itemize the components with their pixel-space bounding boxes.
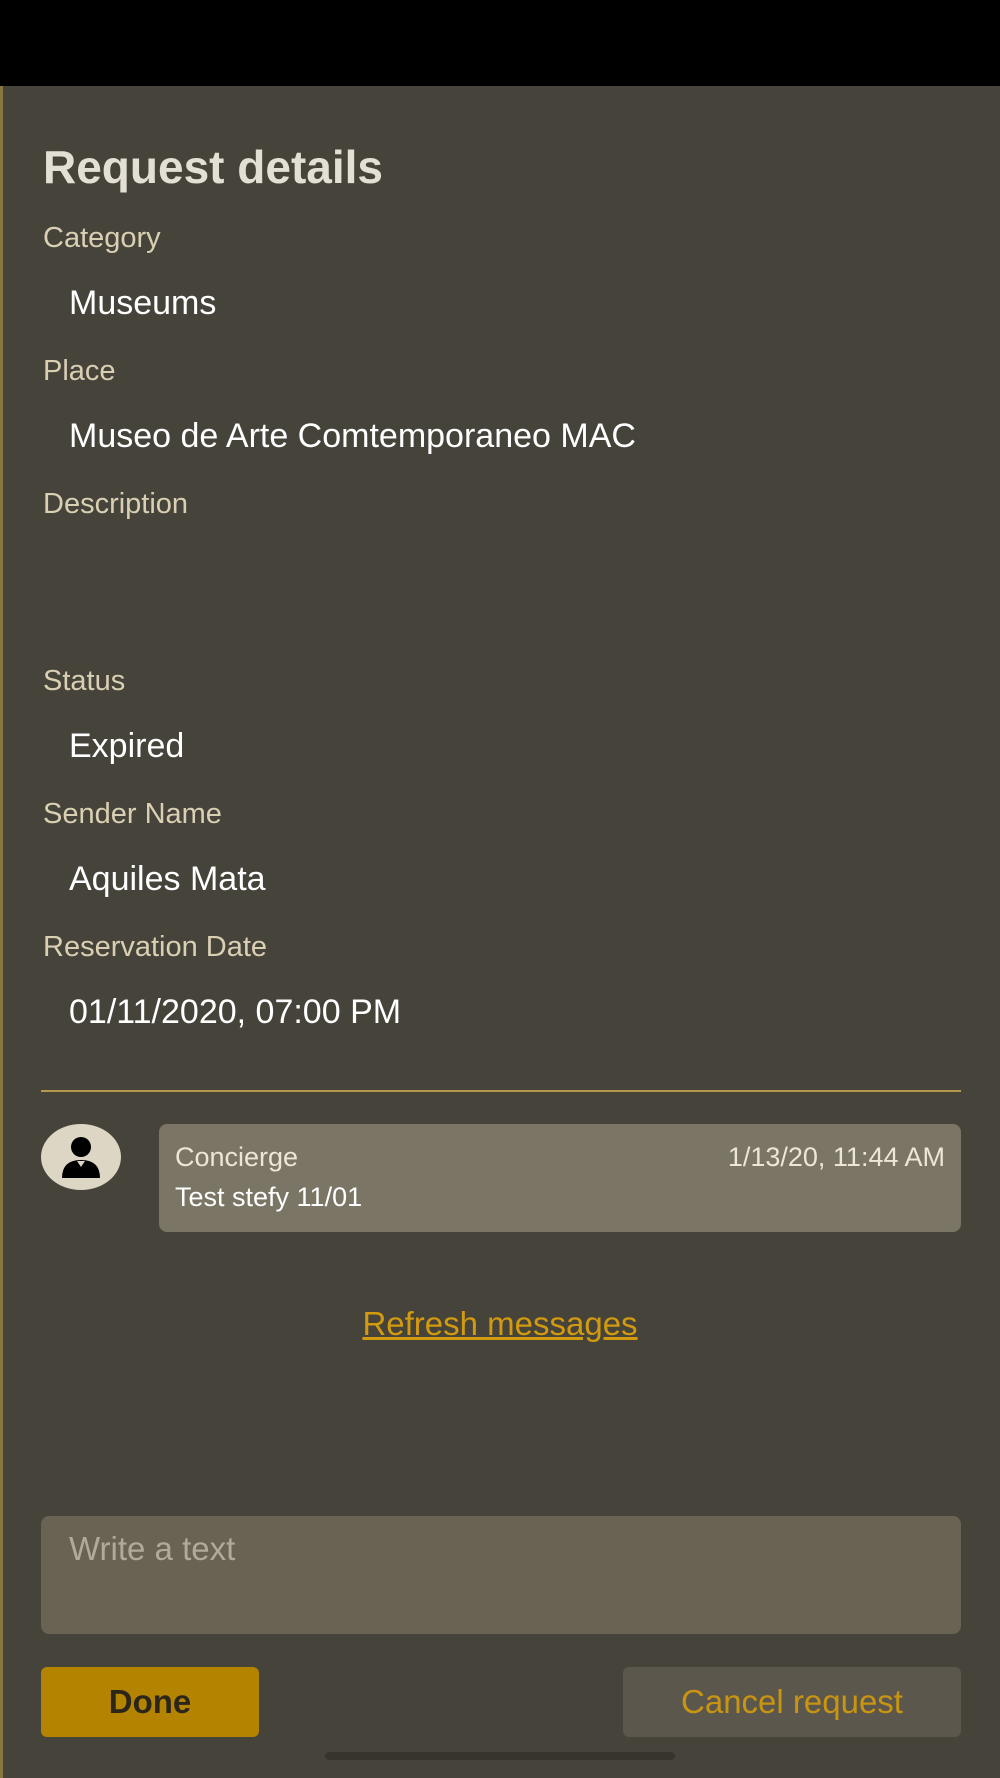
status-label: Status xyxy=(43,665,126,697)
page-title: Request details xyxy=(43,141,383,193)
category-label: Category xyxy=(43,222,161,254)
done-button[interactable]: Done xyxy=(41,1667,259,1737)
sender-name-value: Aquiles Mata xyxy=(69,860,266,898)
category-value: Museums xyxy=(69,284,217,322)
status-value: Expired xyxy=(69,727,185,765)
place-value: Museo de Arte Comtemporaneo MAC xyxy=(69,417,636,455)
description-label: Description xyxy=(43,488,189,520)
message-input[interactable] xyxy=(41,1516,961,1634)
user-icon xyxy=(62,1137,100,1178)
message-bubble: Concierge 1/13/20, 11:44 AM Test stefy 1… xyxy=(159,1124,961,1232)
sender-name-label: Sender Name xyxy=(43,798,222,830)
reservation-date-label: Reservation Date xyxy=(43,931,268,963)
message-timestamp: 1/13/20, 11:44 AM xyxy=(727,1142,945,1172)
home-indicator xyxy=(325,1752,675,1760)
refresh-messages-link[interactable]: Refresh messages xyxy=(0,1305,1000,1343)
reservation-date-value: 01/11/2020, 07:00 PM xyxy=(69,993,402,1031)
status-bar xyxy=(0,0,1000,86)
divider xyxy=(41,1090,961,1092)
avatar xyxy=(41,1124,121,1190)
place-label: Place xyxy=(43,355,116,387)
message-author: Concierge xyxy=(175,1142,299,1172)
message-text: Test stefy 11/01 xyxy=(175,1182,363,1212)
cancel-request-button[interactable]: Cancel request xyxy=(623,1667,961,1737)
